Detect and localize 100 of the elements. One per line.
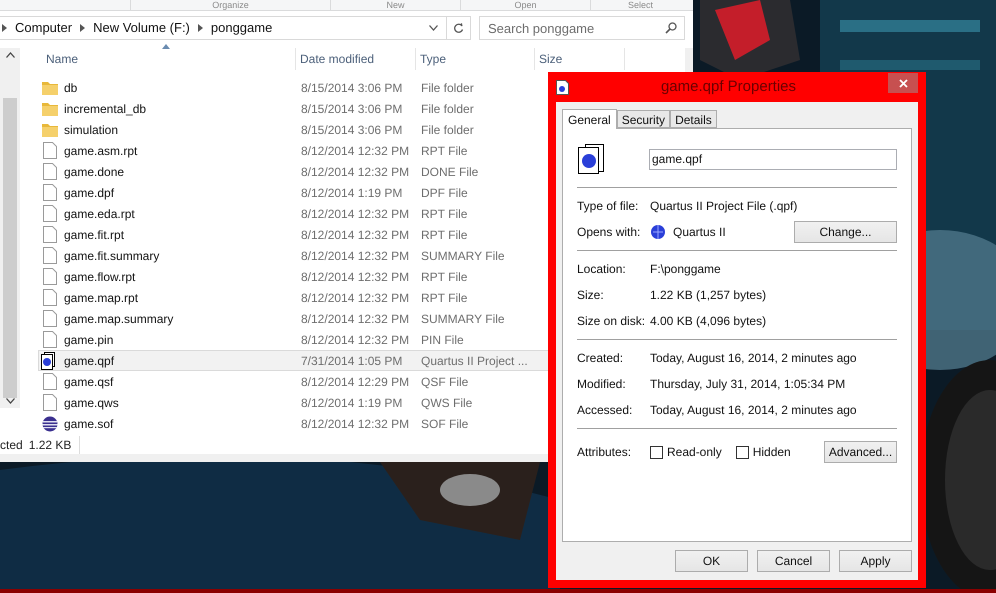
search-icon — [665, 22, 677, 34]
type-cell-text: SUMMARY File — [420, 310, 506, 328]
chevron-right-icon — [2, 24, 7, 32]
column-header[interactable]: Size — [535, 48, 625, 70]
document-icon — [42, 205, 56, 222]
document-icon — [42, 163, 56, 180]
document-icon — [556, 80, 569, 94]
document-icon — [42, 394, 56, 411]
dialog-button[interactable]: Cancel — [757, 550, 830, 572]
scroll-up-icon[interactable] — [6, 52, 14, 58]
property-label: Size on disk: — [577, 313, 646, 330]
document-icon — [42, 289, 56, 306]
ribbon-group-label: Organize — [130, 0, 330, 10]
chevron-right-icon — [198, 24, 203, 32]
type-cell-text: File folder — [420, 80, 475, 96]
type-cell-text: DONE File — [420, 164, 480, 180]
property-label: Size: — [577, 287, 605, 304]
file-name: game.dpf — [64, 184, 114, 202]
scroll-thumb[interactable] — [3, 98, 17, 398]
column-header[interactable]: Date modified — [296, 48, 416, 70]
date-cell-text: 8/12/2014 1:19 PM — [300, 394, 404, 412]
file-name: game.asm.rpt — [64, 142, 138, 160]
property-label: Accessed: — [577, 402, 634, 419]
document-icon — [42, 310, 56, 327]
ribbon-group-label: New — [330, 0, 460, 10]
document-icon — [42, 373, 56, 390]
change-button[interactable]: Change... — [794, 221, 897, 243]
sphere-icon — [42, 416, 58, 432]
dialog-button[interactable]: OK — [675, 550, 748, 572]
checkbox-label: Hidden — [752, 444, 791, 461]
sort-arrow-icon — [162, 44, 170, 49]
search-field[interactable]: Search ponggame — [479, 16, 685, 40]
document-icon — [42, 331, 56, 348]
status-text: cted — [0, 437, 23, 454]
checkbox[interactable] — [650, 446, 663, 458]
type-cell-text: RPT File — [420, 268, 468, 286]
property-value: Today, August 16, 2014, 2 minutes ago — [650, 402, 857, 419]
date-cell-text: 8/15/2014 3:06 PM — [300, 122, 404, 138]
breadcrumb[interactable]: New Volume (F:) — [93, 18, 190, 38]
refresh-button[interactable] — [447, 16, 471, 40]
breadcrumb[interactable]: ponggame — [210, 18, 272, 38]
date-cell-text: 8/12/2014 12:32 PM — [300, 310, 410, 328]
file-name: game.eda.rpt — [64, 206, 135, 222]
property-label: Opens with: — [577, 224, 642, 241]
property-label: Type of file: — [577, 198, 640, 215]
document-icon — [42, 247, 56, 264]
breadcrumb[interactable]: Computer — [15, 18, 72, 38]
address-bar[interactable]: Computer New Volume (F:) ponggame — [0, 16, 447, 40]
scroll-down-icon[interactable] — [6, 398, 14, 404]
type-cell-text: File folder — [420, 100, 475, 118]
date-cell-text: 8/12/2014 12:32 PM — [300, 290, 410, 306]
refresh-icon — [453, 22, 464, 34]
advanced-button[interactable]: Advanced... — [824, 441, 897, 463]
type-cell-text: QSF File — [420, 374, 470, 390]
date-cell-text: 8/12/2014 12:32 PM — [300, 226, 410, 244]
folder-icon — [42, 102, 58, 116]
date-cell-text: 8/15/2014 3:06 PM — [300, 100, 404, 118]
type-cell-text: File folder — [420, 122, 475, 138]
checkbox[interactable] — [736, 446, 749, 458]
date-cell-text: 8/12/2014 12:32 PM — [300, 164, 410, 180]
type-cell-text: RPT File — [420, 142, 468, 160]
file-name: incremental_db — [64, 100, 146, 118]
date-cell-text: 8/12/2014 12:32 PM — [300, 142, 410, 160]
scrollbar[interactable] — [0, 48, 20, 408]
type-cell-text: RPT File — [420, 226, 468, 244]
type-cell-text: SUMMARY File — [420, 248, 506, 264]
type-cell-text: PIN File — [420, 332, 465, 348]
ribbon-group-label: Open — [460, 0, 590, 10]
dropdown-icon[interactable] — [429, 25, 438, 31]
window-title: game.qpf Properties — [660, 76, 798, 97]
date-cell-text: 7/31/2014 1:05 PM — [300, 352, 404, 370]
file-name: game.pin — [64, 332, 114, 348]
property-value: 4.00 KB (4,096 bytes) — [650, 313, 766, 330]
file-name: game.map.rpt — [64, 290, 138, 306]
type-cell-text: RPT File — [420, 290, 468, 306]
date-cell-text: 8/15/2014 3:06 PM — [300, 80, 404, 96]
date-cell-text: 8/12/2014 12:32 PM — [300, 416, 410, 432]
type-cell-text: SOF File — [420, 416, 470, 432]
type-cell-text: QWS File — [420, 394, 474, 412]
file-name: simulation — [64, 122, 118, 138]
close-button[interactable] — [888, 73, 918, 93]
chevron-right-icon — [80, 24, 86, 32]
date-cell-text: 8/12/2014 12:32 PM — [300, 332, 410, 348]
file-name: game.done — [64, 164, 124, 180]
globe-icon — [650, 224, 667, 240]
dialog-button[interactable]: Apply — [839, 550, 912, 572]
document-icon — [42, 142, 56, 159]
date-cell-text: 8/12/2014 12:32 PM — [300, 248, 410, 264]
column-header[interactable]: Type — [416, 48, 535, 70]
tab[interactable]: Details — [670, 110, 717, 128]
tab[interactable]: Security — [616, 110, 670, 128]
tab[interactable]: General — [562, 109, 617, 129]
file-name: game.map.summary — [64, 310, 174, 328]
filename-field[interactable]: game.qpf — [649, 148, 897, 170]
property-value: Quartus II — [673, 224, 726, 241]
file-name: game.qsf — [64, 374, 114, 390]
property-label: Attributes: — [577, 444, 632, 461]
file-name: db — [64, 80, 78, 96]
folder-icon — [42, 80, 58, 94]
file-name: game.fit.summary — [64, 248, 160, 264]
